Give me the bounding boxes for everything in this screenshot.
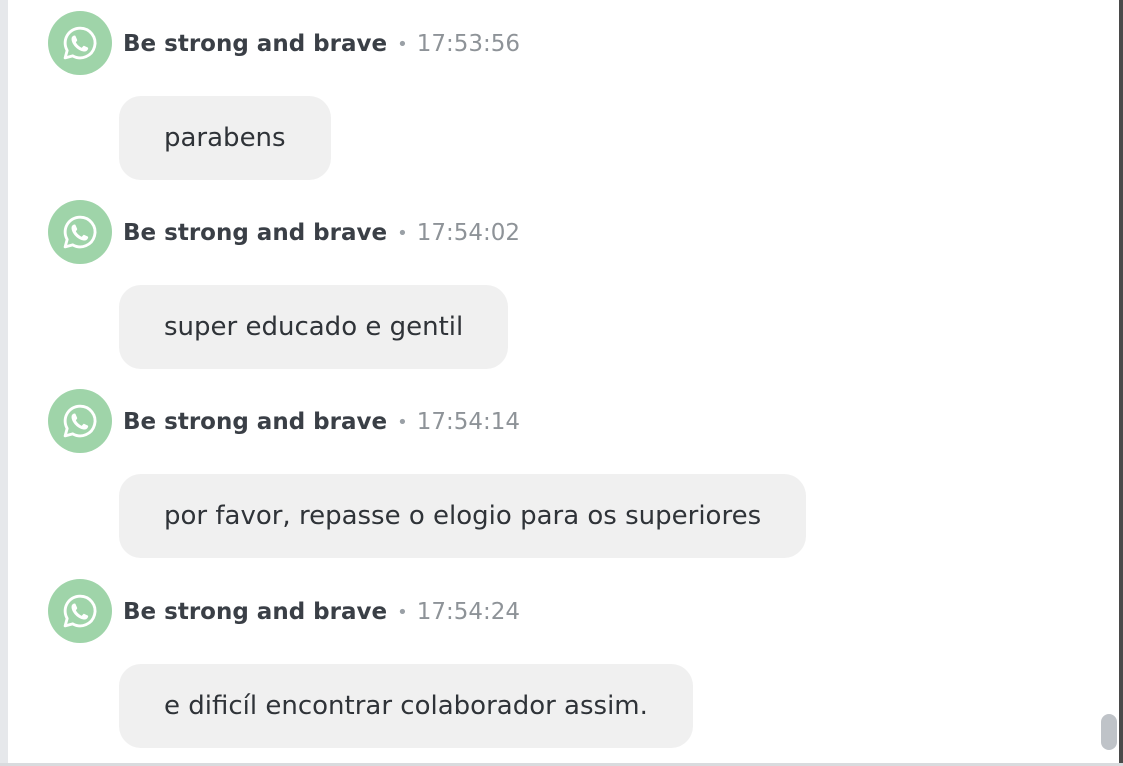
message-header: Be strong and brave • 17:53:56 — [123, 26, 520, 62]
separator-dot: • — [397, 222, 408, 244]
message-bubble[interactable]: parabens — [119, 96, 331, 180]
sender-name: Be strong and brave — [123, 220, 388, 246]
whatsapp-icon — [63, 26, 97, 60]
message-timestamp: 17:54:02 — [416, 220, 521, 246]
whatsapp-icon — [63, 215, 97, 249]
chat-message: Be strong and brave • 17:54:02 super edu… — [0, 189, 1100, 379]
window-right-border — [1119, 0, 1123, 766]
sender-name: Be strong and brave — [123, 599, 388, 625]
whatsapp-icon — [63, 404, 97, 438]
sender-name: Be strong and brave — [123, 31, 388, 57]
scrollbar-thumb[interactable] — [1101, 714, 1117, 750]
message-bubble[interactable]: por favor, repasse o elogio para os supe… — [119, 474, 807, 558]
message-header: Be strong and brave • 17:54:14 — [123, 404, 520, 440]
separator-dot: • — [397, 411, 408, 433]
message-header: Be strong and brave • 17:54:02 — [123, 215, 520, 251]
separator-dot: • — [397, 33, 408, 55]
message-header: Be strong and brave • 17:54:24 — [123, 594, 520, 630]
chat-message: Be strong and brave • 17:54:24 e dificíl… — [0, 568, 1100, 758]
message-timestamp: 17:54:14 — [416, 409, 521, 435]
message-timestamp: 17:53:56 — [416, 31, 521, 57]
separator-dot: • — [397, 601, 408, 623]
chat-message: Be strong and brave • 17:54:14 por favor… — [0, 378, 1100, 568]
chat-message: Be strong and brave • 17:53:56 parabens — [0, 0, 1100, 190]
contact-avatar[interactable] — [48, 389, 112, 453]
message-bubble[interactable]: e dificíl encontrar colaborador assim. — [119, 664, 693, 748]
chat-message-list: Be strong and brave • 17:53:56 parabens … — [0, 0, 1100, 766]
contact-avatar[interactable] — [48, 200, 112, 264]
contact-avatar[interactable] — [48, 11, 112, 75]
whatsapp-icon — [63, 594, 97, 628]
sender-name: Be strong and brave — [123, 409, 388, 435]
message-timestamp: 17:54:24 — [416, 599, 521, 625]
contact-avatar[interactable] — [48, 579, 112, 643]
message-bubble[interactable]: super educado e gentil — [119, 285, 509, 369]
